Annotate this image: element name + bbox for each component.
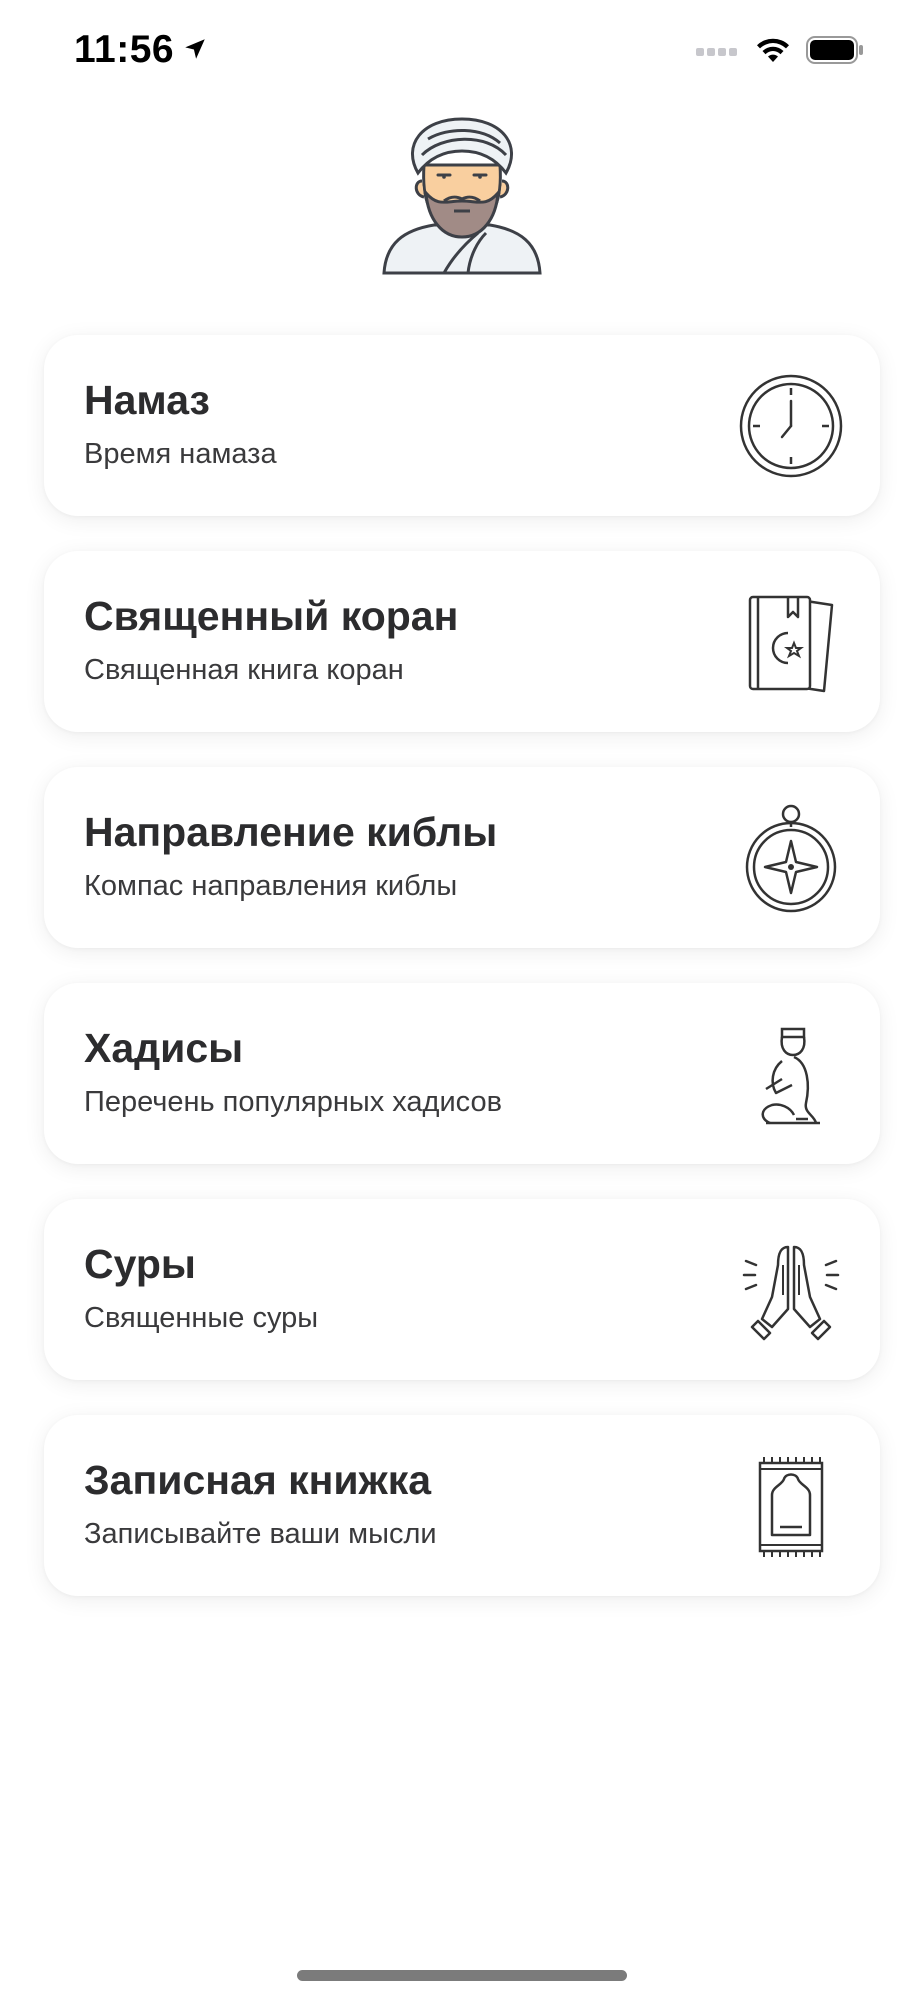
compass-icon: [736, 803, 846, 913]
menu-item-hadith[interactable]: Хадисы Перечень популярных хадисов: [44, 983, 880, 1164]
menu-item-title: Направление киблы: [84, 809, 498, 855]
status-icons: [696, 36, 864, 69]
menu-item-title: Хадисы: [84, 1025, 244, 1071]
menu-item-title: Записная книжка: [84, 1457, 432, 1503]
wifi-icon: [754, 36, 792, 69]
imam-avatar-icon: [382, 115, 542, 275]
menu-item-qibla[interactable]: Направление киблы Компас направления киб…: [44, 767, 880, 948]
praying-man-icon: [736, 1019, 846, 1129]
battery-icon: [806, 36, 864, 69]
home-indicator[interactable]: [297, 1970, 627, 1981]
status-time-group: 11:56: [74, 28, 208, 72]
menu-item-title: Суры: [84, 1241, 196, 1287]
menu-item-title: Намаз: [84, 377, 210, 423]
status-bar: 11:56: [0, 0, 924, 100]
status-time: 11:56: [74, 28, 175, 71]
app-screen: 11:56 Намаз Время намаза Священный коран…: [0, 0, 924, 2000]
menu-item-subtitle: Священные суры: [84, 1302, 319, 1334]
menu-item-subtitle: Записывайте ваши мысли: [84, 1518, 437, 1550]
menu-item-quran[interactable]: Священный коран Священная книга коран: [44, 551, 880, 732]
cellular-signal-icon: [696, 43, 740, 62]
menu-item-subtitle: Компас направления киблы: [84, 870, 458, 902]
location-arrow-icon: [182, 28, 208, 72]
menu-item-notebook[interactable]: Записная книжка Записывайте ваши мысли: [44, 1415, 880, 1596]
menu-item-namaz[interactable]: Намаз Время намаза: [44, 335, 880, 516]
menu-item-suras[interactable]: Суры Священные суры: [44, 1199, 880, 1380]
menu-list: Намаз Время намаза Священный коран Свяще…: [44, 335, 880, 1631]
menu-item-subtitle: Время намаза: [84, 438, 277, 470]
clock-icon: [736, 371, 846, 481]
menu-item-subtitle: Священная книга коран: [84, 654, 404, 686]
prayer-rug-icon: [736, 1451, 846, 1561]
menu-item-subtitle: Перечень популярных хадисов: [84, 1086, 503, 1118]
menu-item-title: Священный коран: [84, 593, 459, 639]
quran-book-icon: [736, 587, 846, 697]
praying-hands-icon: [736, 1235, 846, 1345]
